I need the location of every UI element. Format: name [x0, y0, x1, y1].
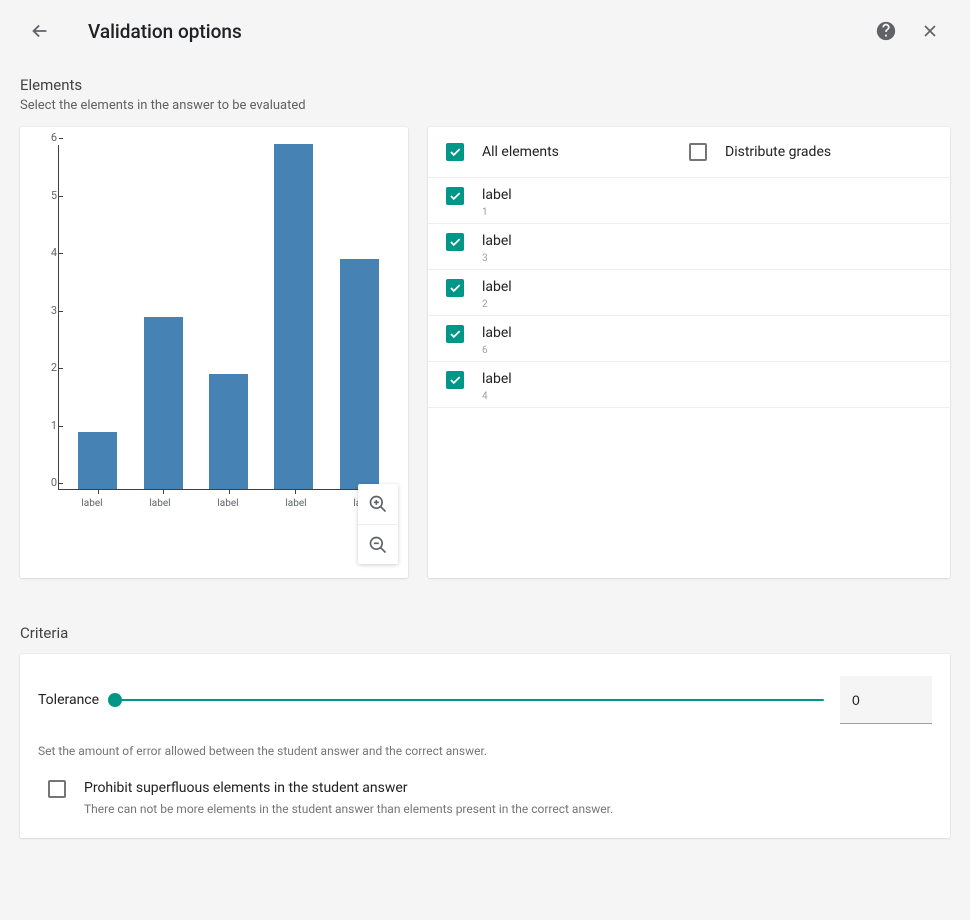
- zoom-out-icon: [368, 535, 388, 555]
- element-sublabel: 4: [482, 391, 512, 402]
- close-icon: [920, 21, 940, 41]
- element-label: label: [482, 371, 512, 387]
- y-tick-label: 5: [37, 189, 57, 202]
- distribute-grades-checkbox[interactable]: [689, 143, 707, 161]
- x-tick-label: label: [81, 498, 102, 509]
- chart-area: 0123456: [58, 145, 398, 490]
- bar: [274, 144, 313, 489]
- bar: [144, 317, 183, 490]
- zoom-controls: [358, 484, 398, 564]
- element-label: label: [482, 233, 512, 249]
- tolerance-input[interactable]: [840, 676, 932, 724]
- y-tick-label: 4: [37, 246, 57, 259]
- all-elements-checkbox[interactable]: [446, 143, 464, 161]
- elements-heading: Elements: [20, 76, 950, 94]
- close-button[interactable]: [910, 11, 950, 51]
- x-tick-label: label: [217, 498, 238, 509]
- x-tick-label: label: [285, 498, 306, 509]
- y-tick-label: 2: [37, 361, 57, 374]
- element-checkbox[interactable]: [446, 187, 464, 205]
- y-tick-label: 0: [37, 476, 57, 489]
- bar: [209, 374, 248, 489]
- all-elements-label: All elements: [482, 144, 559, 160]
- criteria-heading: Criteria: [20, 624, 950, 642]
- element-label: label: [482, 187, 512, 203]
- distribute-grades-label: Distribute grades: [725, 144, 831, 160]
- prohibit-sublabel: There can not be more elements in the st…: [84, 802, 613, 816]
- element-sublabel: 3: [482, 253, 512, 264]
- zoom-out-button[interactable]: [358, 524, 398, 564]
- help-icon: [875, 20, 897, 42]
- prohibit-checkbox[interactable]: [48, 780, 66, 798]
- element-checkbox[interactable]: [446, 279, 464, 297]
- y-tick-label: 1: [37, 419, 57, 432]
- list-item: label 2: [428, 270, 950, 316]
- element-checkbox[interactable]: [446, 371, 464, 389]
- y-tick-label: 3: [37, 304, 57, 317]
- element-sublabel: 1: [482, 207, 512, 218]
- bar: [78, 432, 117, 490]
- tolerance-slider-thumb[interactable]: [108, 693, 122, 707]
- element-sublabel: 2: [482, 299, 512, 310]
- elements-list: All elements Distribute grades label1lab…: [428, 127, 950, 578]
- chart-card: 0123456 labellabellabellabellabel: [20, 127, 408, 578]
- list-item: label 4: [428, 362, 950, 408]
- zoom-in-button[interactable]: [358, 484, 398, 524]
- back-button[interactable]: [20, 11, 60, 51]
- tolerance-slider[interactable]: [115, 699, 824, 701]
- tolerance-label: Tolerance: [38, 692, 99, 708]
- element-label: label: [482, 279, 512, 295]
- page-title: Validation options: [88, 20, 866, 43]
- tolerance-note: Set the amount of error allowed between …: [38, 744, 932, 758]
- prohibit-label: Prohibit superfluous elements in the stu…: [84, 780, 613, 796]
- list-item: label 3: [428, 224, 950, 270]
- y-tick-label: 6: [37, 131, 57, 144]
- x-tick-label: label: [149, 498, 170, 509]
- bar: [340, 259, 379, 489]
- element-sublabel: 6: [482, 345, 512, 356]
- criteria-card: Tolerance Set the amount of error allowe…: [20, 654, 950, 838]
- help-button[interactable]: [866, 11, 906, 51]
- zoom-in-icon: [368, 494, 388, 514]
- element-checkbox[interactable]: [446, 325, 464, 343]
- element-checkbox[interactable]: [446, 233, 464, 251]
- element-label: label: [482, 325, 512, 341]
- arrow-back-icon: [29, 20, 51, 42]
- list-item: label 1: [428, 178, 950, 224]
- list-item: label 6: [428, 316, 950, 362]
- elements-subheading: Select the elements in the answer to be …: [20, 98, 950, 113]
